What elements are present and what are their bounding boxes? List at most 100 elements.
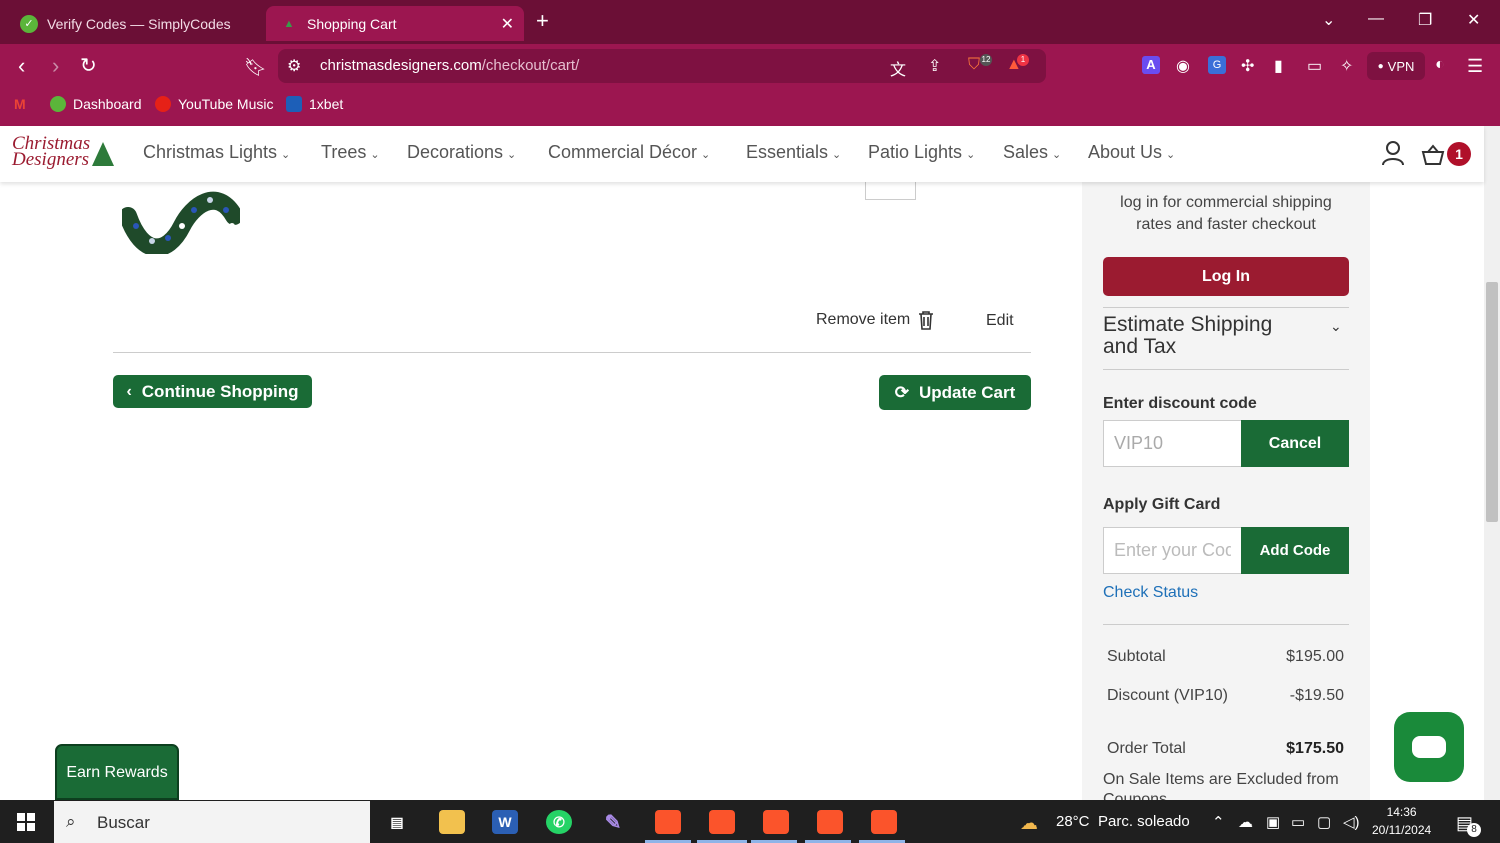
chevron-down-icon[interactable]: ⌄ <box>1330 318 1342 335</box>
task-view-icon[interactable]: ▤ <box>384 810 410 834</box>
simplycodes-icon: ✓ <box>20 14 38 33</box>
restore-button[interactable]: ❐ <box>1418 10 1432 30</box>
weather-temp[interactable]: 28°C <box>1056 813 1090 830</box>
product-image[interactable] <box>122 186 240 254</box>
page-scrollbar-thumb[interactable] <box>1486 282 1498 522</box>
bookmark-icon[interactable]: 🔖︎ <box>244 55 267 79</box>
brave-shield-icon[interactable]: ⛉ <box>968 56 980 74</box>
bookmark-dashboard[interactable]: Dashboard <box>50 96 142 112</box>
chevron-down-icon: ⌄ <box>966 149 976 161</box>
brave-browser-icon-2[interactable] <box>709 810 735 834</box>
gift-card-heading: Apply Gift Card <box>1103 496 1221 513</box>
discount-code-input[interactable] <box>1103 420 1242 467</box>
subtotal-value: $195.00 <box>1286 648 1344 665</box>
shield-count-badge: 12 <box>980 54 992 66</box>
cart-icon[interactable] <box>1421 144 1445 166</box>
nav-essentials[interactable]: Essentials ⌄ <box>746 142 841 163</box>
chevron-down-icon: ⌄ <box>370 149 380 161</box>
trash-icon <box>919 311 934 330</box>
reload-icon[interactable]: ↻ <box>80 54 97 78</box>
tab-verify-codes[interactable]: ✓ Verify Codes — SimplyCodes <box>6 6 262 41</box>
windows-start-icon[interactable] <box>17 813 35 831</box>
wallet-icon[interactable]: ▭ <box>1307 56 1322 76</box>
chevron-down-icon: ⌄ <box>1166 149 1176 161</box>
chevron-down-icon: ⌄ <box>1052 149 1062 161</box>
extension-bot-icon[interactable]: ◉ <box>1176 56 1190 76</box>
tray-overflow-chevron-icon[interactable]: ⌃ <box>1212 813 1225 831</box>
christmas-designers-logo[interactable]: Christmas Designers <box>12 134 114 172</box>
estimate-shipping-toggle[interactable]: Estimate Shipping and Tax <box>1103 314 1293 358</box>
minimize-button[interactable]: — <box>1368 10 1384 28</box>
network-icon[interactable]: ▢ <box>1317 813 1331 831</box>
logo-tree-icon <box>92 142 114 166</box>
close-window-button[interactable]: ✕ <box>1467 10 1480 30</box>
back-icon[interactable]: ‹ <box>18 54 25 78</box>
chat-button[interactable] <box>1394 712 1464 782</box>
menu-icon[interactable]: ☰ <box>1467 56 1483 77</box>
battery-icon[interactable]: ▭ <box>1291 813 1305 831</box>
extensions-puzzle-icon[interactable]: ✣ <box>1241 56 1254 76</box>
profile-avatar-icon[interactable]: ◐ <box>1435 56 1445 74</box>
tab-shopping-cart[interactable]: ▲ Shopping Cart ✕ <box>266 6 524 41</box>
word-icon[interactable]: W <box>492 810 518 834</box>
login-button[interactable]: Log In <box>1103 257 1349 296</box>
bookmark-youtube-music[interactable]: YouTube Music <box>155 96 273 112</box>
nav-decorations[interactable]: Decorations ⌄ <box>407 142 516 163</box>
quantity-input[interactable] <box>865 182 916 200</box>
account-icon[interactable] <box>1381 140 1405 166</box>
nav-sales[interactable]: Sales ⌄ <box>1003 142 1061 163</box>
nav-trees[interactable]: Trees ⌄ <box>321 142 380 163</box>
onedrive-icon[interactable]: ☁ <box>1238 813 1253 831</box>
nav-commercial-decor[interactable]: Commercial Décor ⌄ <box>548 142 710 163</box>
vpn-button[interactable]: ● VPN <box>1367 52 1425 80</box>
remove-item-button[interactable]: Remove item <box>816 310 935 330</box>
weather-description[interactable]: Parc. soleado <box>1098 813 1190 830</box>
tray-app-icon[interactable]: ▣ <box>1266 813 1280 831</box>
site-header: Christmas Designers Christmas Lights ⌄ Tr… <box>0 126 1484 182</box>
translate-icon[interactable]: 文 <box>890 56 906 80</box>
subtotal-label: Subtotal <box>1107 648 1166 665</box>
volume-icon[interactable]: ◁) <box>1343 813 1360 831</box>
bookmark-1xbet[interactable]: 1xbet <box>286 96 343 112</box>
new-tab-button[interactable]: + <box>536 8 549 34</box>
edit-item-link[interactable]: Edit <box>986 312 1014 330</box>
brave-browser-icon-4[interactable] <box>817 810 843 834</box>
file-explorer-icon[interactable] <box>439 810 465 834</box>
brave-browser-icon-1[interactable] <box>655 810 681 834</box>
gmail-icon: M <box>14 96 26 112</box>
brave-browser-icon-5[interactable] <box>871 810 897 834</box>
rewards-badge: 1 <box>1017 54 1029 66</box>
panel-divider <box>1103 624 1349 625</box>
add-code-button[interactable]: Add Code <box>1241 527 1349 574</box>
feather-app-icon[interactable]: ✎ <box>600 810 626 834</box>
leo-ai-icon[interactable]: ✧ <box>1340 56 1353 76</box>
nav-patio-lights[interactable]: Patio Lights ⌄ <box>868 142 975 163</box>
gift-card-input[interactable] <box>1103 527 1242 574</box>
weather-icon[interactable]: ☁ <box>1020 813 1038 834</box>
dashboard-icon <box>50 96 66 112</box>
bookmark-gmail[interactable]: M <box>14 96 26 112</box>
taskbar-clock[interactable]: 14:36 20/11/2024 <box>1372 803 1431 839</box>
whatsapp-icon[interactable]: ✆ <box>546 810 572 834</box>
nav-about-us[interactable]: About Us ⌄ <box>1088 142 1175 163</box>
google-translate-icon[interactable]: G <box>1208 56 1226 74</box>
taskbar-search-label: Buscar <box>97 813 150 832</box>
update-cart-button[interactable]: ⟳ Update Cart <box>879 375 1031 410</box>
nav-christmas-lights[interactable]: Christmas Lights ⌄ <box>143 142 290 163</box>
forward-icon[interactable]: › <box>52 54 59 78</box>
tab-list-chevron-icon[interactable]: ⌄ <box>1322 10 1335 30</box>
url-text[interactable]: christmasdesigners.com/checkout/cart/ <box>320 57 579 74</box>
sidebar-toggle-icon[interactable]: ▮ <box>1274 56 1283 76</box>
panel-divider <box>1103 369 1349 370</box>
cancel-discount-button[interactable]: Cancel <box>1241 420 1349 467</box>
share-icon[interactable]: ⇪ <box>928 56 941 76</box>
earn-rewards-button[interactable]: Earn Rewards <box>55 744 179 800</box>
order-total-value: $175.50 <box>1286 740 1344 757</box>
site-settings-icon[interactable]: ⚙ <box>287 56 301 76</box>
continue-shopping-button[interactable]: ‹ Continue Shopping <box>113 375 312 408</box>
panel-divider <box>1103 307 1349 308</box>
extension-a-icon[interactable]: A <box>1142 56 1160 74</box>
close-tab-icon[interactable]: ✕ <box>501 14 514 34</box>
brave-browser-icon-3[interactable] <box>763 810 789 834</box>
check-status-link[interactable]: Check Status <box>1103 584 1198 602</box>
